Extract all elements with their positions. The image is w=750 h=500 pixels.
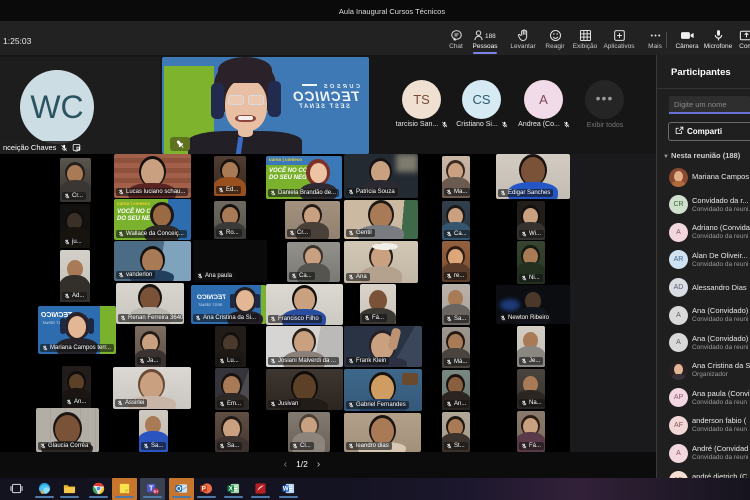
svg-text:W: W — [283, 487, 289, 493]
svg-text:188: 188 — [485, 33, 496, 40]
svg-text:P: P — [202, 487, 206, 493]
svg-text:9+: 9+ — [154, 489, 159, 494]
svg-text:X: X — [229, 487, 233, 493]
